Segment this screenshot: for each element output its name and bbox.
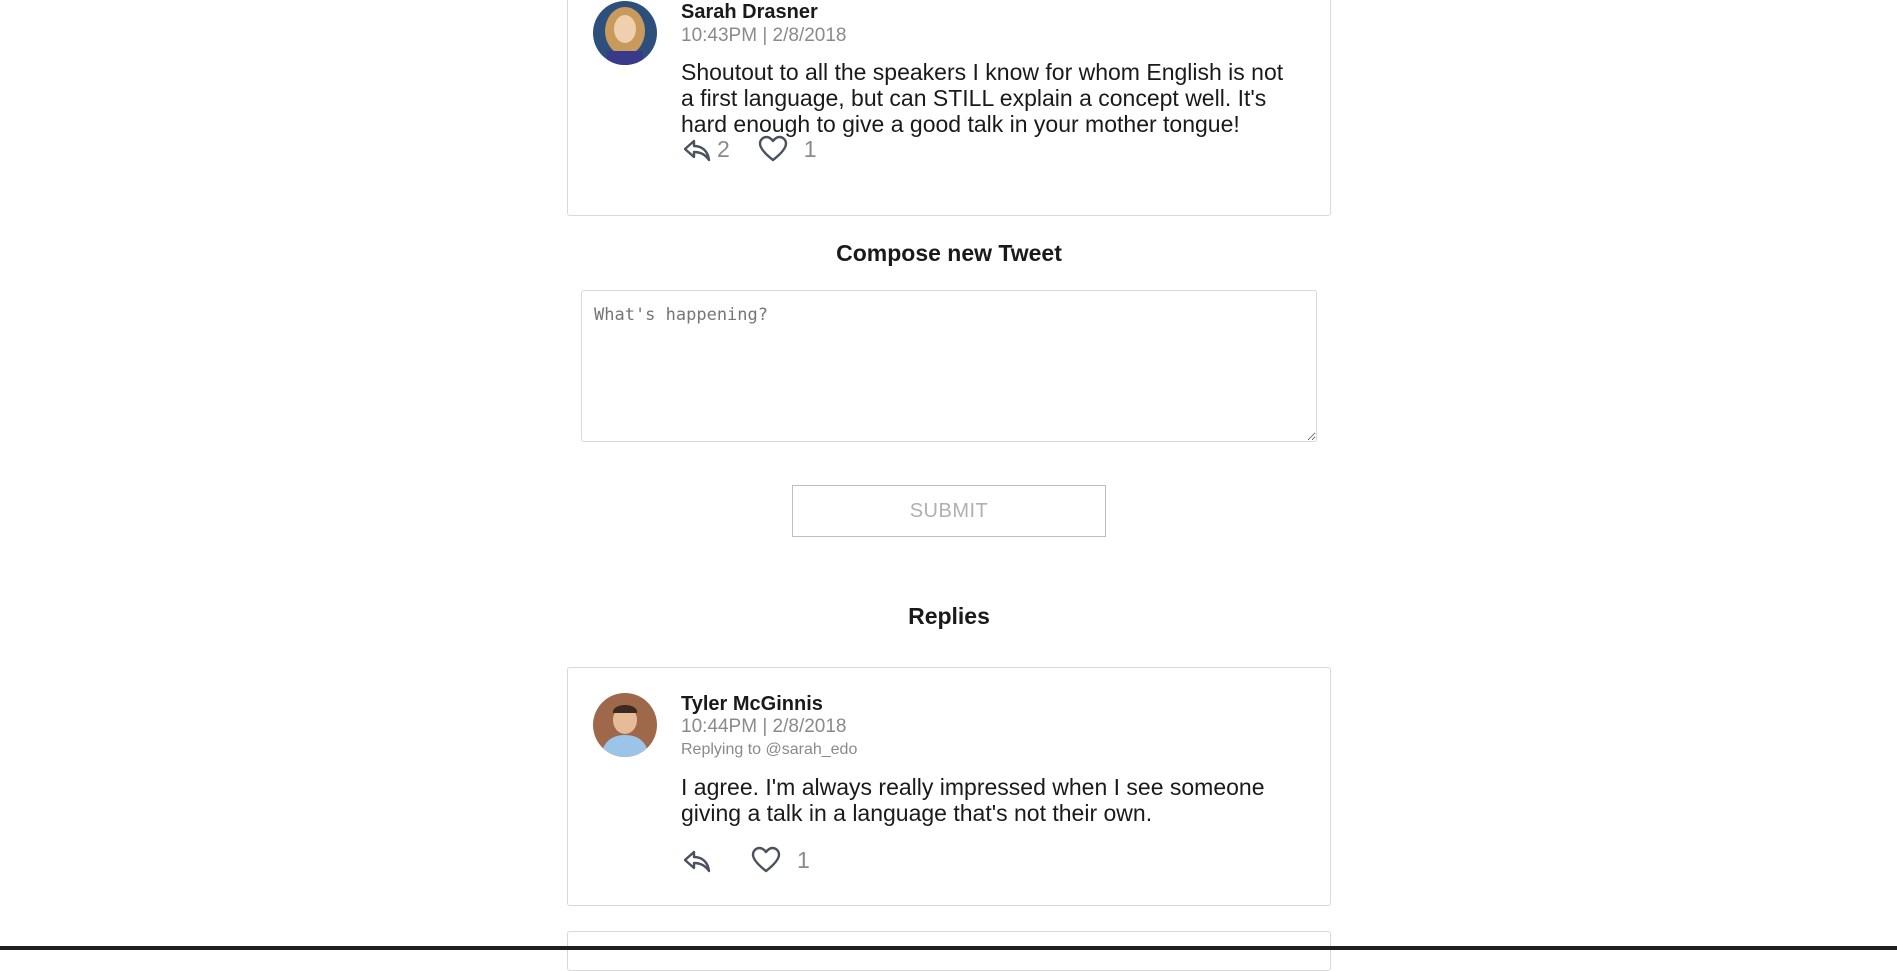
- heart-icon: [751, 846, 781, 873]
- reply-button[interactable]: 2: [683, 135, 730, 163]
- heart-icon: [758, 135, 787, 162]
- tweet-card: Sarah Drasner 10:43PM | 2/8/2018 Shoutou…: [567, 0, 1331, 216]
- tweet-timestamp: 10:43PM | 2/8/2018: [681, 25, 847, 46]
- like-count: 1: [803, 135, 817, 162]
- compose-tweet-input[interactable]: [581, 290, 1317, 442]
- reply-actions: 1: [683, 842, 810, 878]
- avatar[interactable]: [593, 693, 657, 757]
- tweet-actions: 2 1: [683, 131, 817, 167]
- reply-card: Tyler McGinnis 10:44PM | 2/8/2018 Replyi…: [567, 667, 1331, 906]
- submit-button[interactable]: SUBMIT: [792, 485, 1106, 537]
- like-button[interactable]: 1: [758, 135, 817, 163]
- reply-timestamp: 10:44PM | 2/8/2018: [681, 716, 847, 737]
- reply-card: [567, 931, 1331, 971]
- like-button[interactable]: 1: [751, 846, 810, 874]
- compose-heading: Compose new Tweet: [836, 240, 1062, 266]
- reply-text: I agree. I'm always really impressed whe…: [681, 774, 1265, 826]
- reply-icon: [683, 139, 711, 162]
- reply-count: 2: [717, 135, 730, 162]
- avatar[interactable]: [593, 1, 657, 65]
- reply-author[interactable]: Tyler McGinnis: [681, 693, 823, 716]
- reply-icon: [683, 850, 711, 873]
- reply-button[interactable]: [683, 846, 711, 874]
- like-count: 1: [797, 846, 810, 873]
- replies-heading: Replies: [908, 603, 990, 629]
- tweet-text: Shoutout to all the speakers I know for …: [681, 59, 1284, 137]
- window-bottom-edge: [0, 946, 1897, 950]
- tweet-author[interactable]: Sarah Drasner: [681, 1, 818, 24]
- replying-to[interactable]: Replying to @sarah_edo: [681, 741, 857, 759]
